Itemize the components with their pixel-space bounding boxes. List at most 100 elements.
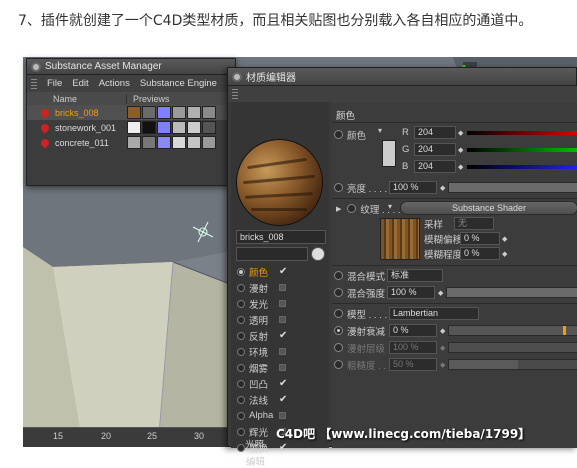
asset-row[interactable]: bricks_008	[27, 105, 235, 120]
channel-normal[interactable]: 法线 ✔	[237, 392, 323, 407]
material-pick-icon[interactable]	[311, 247, 325, 261]
checkbox[interactable]	[279, 300, 286, 307]
stepper-icon[interactable]: ◆	[502, 250, 507, 258]
stepper-icon[interactable]: ◆	[440, 184, 445, 192]
color-swatch[interactable]	[382, 140, 396, 167]
channel-editor[interactable]: 编辑	[246, 454, 265, 468]
checkbox[interactable]	[279, 348, 286, 355]
channel-color[interactable]: 颜色 ✔	[237, 264, 323, 279]
checkbox[interactable]	[279, 412, 286, 419]
r-slider[interactable]	[467, 130, 577, 135]
sam-titlebar[interactable]: Substance Asset Manager	[27, 59, 235, 75]
menu-actions[interactable]: Actions	[99, 78, 130, 89]
diffuse-level-field[interactable]: 100 %	[389, 341, 437, 354]
model-select[interactable]: Lambertian	[389, 307, 479, 320]
material-editor-window[interactable]: 材质编辑器 bricks_008 颜色 ✔ 漫射 发光 透明 反射 ✔ 环境 烟雾 …	[227, 67, 577, 468]
channel-bump[interactable]: 凹凸 ✔	[237, 376, 323, 391]
substance-shader-button[interactable]: Substance Shader	[400, 201, 577, 215]
g-slider[interactable]	[467, 147, 577, 152]
col-previews[interactable]: Previews	[127, 94, 170, 104]
material-name-field[interactable]: bricks_008	[236, 230, 326, 244]
substance-asset-manager-window[interactable]: Substance Asset Manager File Edit Action…	[26, 58, 236, 186]
menu-edit[interactable]: Edit	[72, 78, 88, 89]
checkmark-icon[interactable]: ✔	[279, 266, 287, 277]
channel-fog[interactable]: 烟雾	[237, 360, 323, 375]
brightness-field[interactable]: 100 %	[389, 181, 437, 194]
roughness-row[interactable]: 粗糙度 . . 50 % ◆	[332, 357, 577, 372]
menu-substance-engine[interactable]: Substance Engine	[140, 78, 217, 89]
blur-scale-label: 模糊程度	[424, 249, 463, 261]
channel-luminance[interactable]: 发光	[237, 296, 323, 311]
me-titlebar[interactable]: 材质编辑器	[228, 68, 576, 86]
radio-icon	[334, 288, 343, 297]
stepper-icon[interactable]: ◆	[440, 361, 445, 369]
stepper-icon[interactable]: ◆	[502, 235, 507, 243]
stepper-icon[interactable]: ◆	[440, 344, 445, 352]
checkbox[interactable]	[279, 316, 286, 323]
rgb-g-row[interactable]: G 204 ◆	[402, 142, 577, 157]
channel-label: 发光	[249, 299, 269, 311]
mix-strength-slider[interactable]	[446, 287, 577, 298]
rgb-b-row[interactable]: B 204 ◆	[402, 159, 577, 174]
checkbox[interactable]	[279, 284, 286, 291]
channel-lighting[interactable]: 光照	[245, 437, 264, 451]
chevron-down-icon[interactable]: ▾	[378, 126, 388, 136]
diffuse-falloff-row[interactable]: 漫射衰减 0 % ◆	[332, 323, 577, 338]
diffuse-level-slider[interactable]	[448, 342, 577, 353]
slider-fill	[449, 360, 519, 369]
diffuse-falloff-slider[interactable]	[448, 325, 577, 336]
r-value-field[interactable]: 204	[414, 126, 456, 139]
channel-diffusion[interactable]: 漫射	[237, 280, 323, 295]
mix-strength-row[interactable]: 混合强度 . . 100 % ◆	[332, 285, 577, 300]
rgb-r-row[interactable]: R 204 ◆	[402, 125, 577, 140]
asset-row[interactable]: stonework_001	[27, 120, 235, 135]
checkmark-icon[interactable]: ✔	[279, 394, 287, 405]
channel-reflectance[interactable]: 反射 ✔	[237, 328, 323, 343]
material-select[interactable]	[236, 247, 308, 261]
sampling-select[interactable]: 无	[454, 217, 494, 230]
checkmark-icon[interactable]: ✔	[279, 330, 287, 341]
menu-file[interactable]: File	[47, 78, 62, 89]
b-value-field[interactable]: 204	[414, 160, 456, 173]
stepper-icon[interactable]: ◆	[458, 129, 463, 137]
blur-scale-field[interactable]: 0 %	[460, 247, 500, 260]
stepper-icon[interactable]: ◆	[440, 327, 445, 335]
mix-mode-select[interactable]: 标准	[387, 269, 443, 282]
blur-scale-row[interactable]: 模糊程度 0 % ◆	[424, 246, 507, 261]
color-row[interactable]: 颜色	[332, 127, 379, 142]
stepper-icon[interactable]: ◆	[458, 146, 463, 154]
sampling-row[interactable]: 采样 无	[424, 216, 494, 231]
diffuse-level-row[interactable]: 漫射层级 100 % ◆	[332, 340, 577, 355]
channel-environment[interactable]: 环境	[237, 344, 323, 359]
g-value-field[interactable]: 204	[414, 143, 456, 156]
texture-thumbnail[interactable]	[380, 218, 420, 260]
preview-swatch	[157, 106, 171, 119]
stepper-icon[interactable]: ◆	[438, 289, 443, 297]
brightness-row[interactable]: 亮度 . . . . 100 % ◆	[332, 180, 577, 195]
checkmark-icon[interactable]: ✔	[279, 378, 287, 389]
mix-strength-field[interactable]: 100 %	[387, 286, 435, 299]
model-row[interactable]: 模型 . . . . Lambertian	[332, 306, 479, 321]
ruler-tick: 20	[101, 431, 112, 441]
col-name[interactable]: Name	[27, 93, 127, 104]
checkbox[interactable]	[279, 364, 286, 371]
channel-alpha[interactable]: Alpha	[237, 408, 323, 423]
brightness-slider[interactable]	[448, 182, 577, 193]
brightness-label: 亮度 . . . .	[347, 183, 388, 195]
stepper-icon[interactable]: ◆	[458, 163, 463, 171]
asset-row[interactable]: concrete_011	[27, 135, 235, 150]
radio-icon	[334, 360, 343, 369]
checkmark-icon[interactable]: ✔	[279, 442, 287, 453]
material-preview-sphere[interactable]	[237, 140, 322, 225]
blur-offset-field[interactable]: 0 %	[460, 232, 500, 245]
blur-offset-row[interactable]: 模糊偏移 0 % ◆	[424, 231, 507, 246]
b-slider[interactable]	[467, 164, 577, 169]
triangle-right-icon[interactable]: ▶	[336, 205, 341, 213]
diffuse-falloff-field[interactable]: 0 %	[389, 324, 437, 337]
mix-mode-row[interactable]: 混合模式 标准	[332, 268, 443, 283]
radio-icon	[237, 299, 245, 308]
dropdown-icon[interactable]: ▾	[388, 202, 400, 214]
roughness-slider[interactable]	[448, 359, 577, 370]
channel-transparency[interactable]: 透明	[237, 312, 323, 327]
roughness-field[interactable]: 50 %	[389, 358, 437, 371]
